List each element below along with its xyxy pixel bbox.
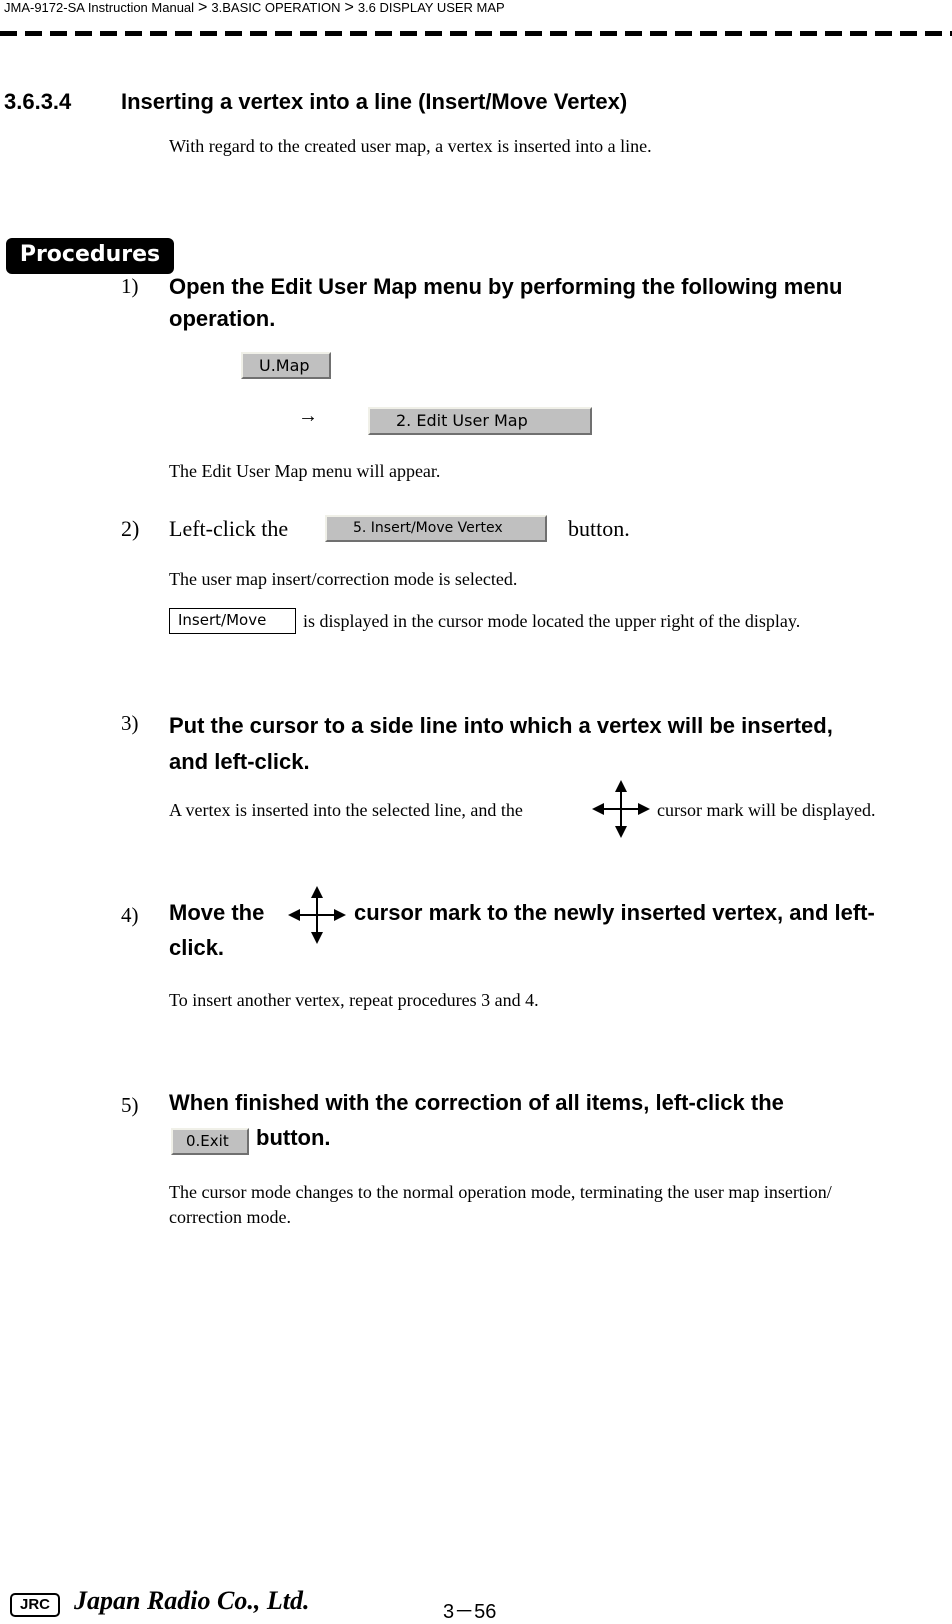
step-result: cursor mark will be displayed. xyxy=(657,800,876,820)
step-heading: When finished with the correction of all… xyxy=(169,1090,784,1115)
step-heading-line: and left-click. xyxy=(169,749,310,774)
umap-menu-button[interactable]: U.Map xyxy=(241,352,331,379)
step-heading: button. xyxy=(256,1125,331,1150)
step-result-line: The cursor mode changes to the normal op… xyxy=(169,1182,832,1202)
section-number: 3.6.3.4 xyxy=(4,89,72,114)
step-result: The cursor mode changes to the normal op… xyxy=(169,1180,949,1230)
arrow-icon: → xyxy=(298,405,318,427)
step-heading: cursor mark to the newly inserted vertex… xyxy=(354,900,875,925)
step-text: button. xyxy=(568,516,630,541)
section-title: 3.6.3.4 Inserting a vertex into a line (I… xyxy=(4,89,627,115)
step-number: 5) xyxy=(121,1093,139,1117)
step-result: The Edit User Map menu will appear. xyxy=(169,461,441,481)
jrc-logo: JRC xyxy=(10,1593,60,1617)
step-result-line: correction mode. xyxy=(169,1207,291,1227)
breadcrumb-item[interactable]: 3.6 DISPLAY USER MAP xyxy=(358,0,505,15)
procedures-badge: Procedures xyxy=(6,238,174,274)
step-result: A vertex is inserted into the selected l… xyxy=(169,800,523,820)
section-heading: Inserting a vertex into a line (Insert/M… xyxy=(121,89,628,114)
step-heading-line: Open the Edit User Map menu by performin… xyxy=(169,274,843,299)
insert-move-vertex-button[interactable]: 5. Insert/Move Vertex xyxy=(325,515,547,542)
step-number: 3) xyxy=(121,711,139,735)
step-heading: Put the cursor to a side line into which… xyxy=(169,708,949,780)
section-intro: With regard to the created user map, a v… xyxy=(169,136,652,156)
breadcrumb-item[interactable]: JMA-9172-SA Instruction Manual xyxy=(4,0,194,15)
step-result: The user map insert/correction mode is s… xyxy=(169,569,518,589)
step-result: is displayed in the cursor mode located … xyxy=(303,611,801,631)
step-text: Left-click the xyxy=(169,516,289,541)
step-heading-line: Put the cursor to a side line into which… xyxy=(169,713,833,738)
four-way-arrow-cursor-icon xyxy=(592,780,650,838)
header-divider xyxy=(0,31,952,36)
cursor-mode-indicator: Insert/Move xyxy=(169,608,296,634)
breadcrumb-item[interactable]: 3.BASIC OPERATION xyxy=(211,0,340,15)
step-heading: Move the xyxy=(169,900,265,925)
step-result: To insert another vertex, repeat procedu… xyxy=(169,990,539,1010)
step-heading-line: click. xyxy=(169,935,225,960)
company-logo: Japan Radio Co., Ltd. xyxy=(74,1586,310,1615)
four-way-arrow-cursor-icon xyxy=(288,886,346,944)
step-heading: Open the Edit User Map menu by performin… xyxy=(169,271,949,335)
edit-user-map-button[interactable]: 2. Edit User Map xyxy=(368,407,592,435)
breadcrumb-separator: > xyxy=(344,0,354,16)
step-number: 4) xyxy=(121,903,139,927)
exit-button[interactable]: 0.Exit xyxy=(171,1128,249,1155)
breadcrumb-separator: > xyxy=(198,0,208,16)
step-number: 2) xyxy=(121,516,140,541)
breadcrumb: JMA-9172-SA Instruction Manual >3.BASIC O… xyxy=(4,0,505,17)
step-heading-line: operation. xyxy=(169,306,276,331)
step-number: 1) xyxy=(121,274,139,298)
